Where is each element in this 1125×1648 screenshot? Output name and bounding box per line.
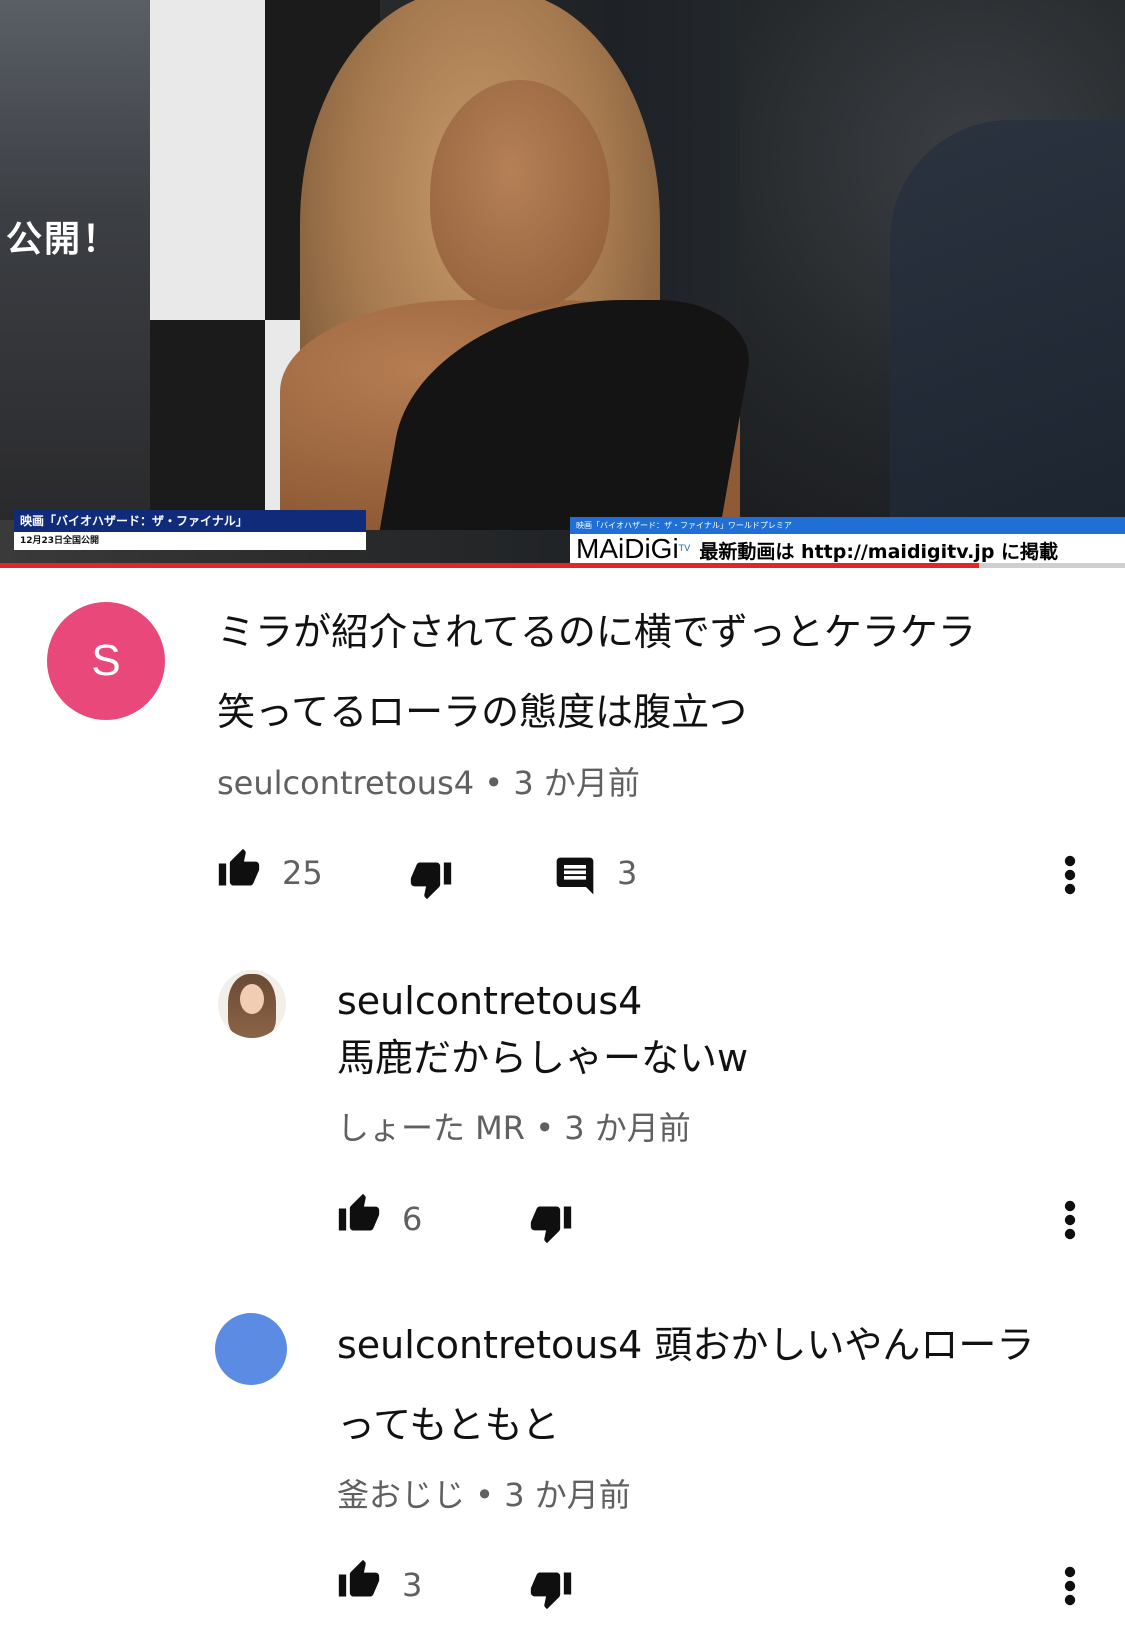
reply-text: 馬鹿だからしゃーないw — [337, 1036, 749, 1080]
thumb-up-icon[interactable] — [336, 1192, 382, 1236]
caption-right-bar: MAiDiGiTV 最新動画は http://maidigitv.jp に掲載 — [570, 534, 1125, 564]
commenter-avatar[interactable]: S — [47, 602, 165, 720]
video-player[interactable]: 公開！ 映画「バイオハザード：ザ・ファイナル」 12月23日全国公開 映画「バイ… — [0, 0, 1125, 568]
poster-text: 公開！ — [6, 219, 121, 260]
more-vert-icon[interactable] — [1058, 855, 1082, 895]
thumb-down-icon[interactable] — [528, 1201, 574, 1245]
caption-left: 映画「バイオハザード：ザ・ファイナル」 12月23日全国公開 — [14, 510, 366, 550]
caption-right-message: 最新動画は http://maidigitv.jp に掲載 — [699, 541, 1059, 563]
person-right-suit — [890, 120, 1125, 540]
like-count: 6 — [402, 1200, 423, 1238]
thumb-up-icon[interactable] — [336, 1558, 382, 1602]
reply-meta: しょーた MR • 3 か月前 — [337, 1109, 691, 1147]
more-vert-icon[interactable] — [1058, 1566, 1082, 1606]
comment-text-line1: ミラが紹介されてるのに横でずっとケラケラ — [217, 610, 976, 654]
avatar-letter: S — [91, 636, 121, 685]
reply-text-line1: seulcontretous4 頭おかしいやんローラ — [337, 1323, 1035, 1367]
brand-logo: MAiDiGi — [576, 534, 679, 564]
more-vert-icon[interactable] — [1058, 1200, 1082, 1240]
caption-left-title: 映画「バイオハザード：ザ・ファイナル」 — [14, 510, 366, 532]
comment-meta: seulcontretous4 • 3 か月前 — [217, 764, 640, 802]
caption-left-subtitle: 12月23日全国公開 — [14, 532, 366, 550]
reply-mention: seulcontretous4 — [337, 979, 643, 1023]
thumb-down-icon[interactable] — [408, 857, 454, 901]
avatar-face — [240, 984, 264, 1014]
reply-text-line2: ってもともと — [337, 1403, 560, 1447]
reply-meta: 釜おじじ • 3 か月前 — [337, 1476, 631, 1514]
thumb-down-icon[interactable] — [528, 1567, 574, 1611]
thumb-up-icon[interactable] — [216, 847, 262, 891]
caption-right-title: 映画「バイオハザード：ザ・ファイナル」ワールドプレミア — [570, 517, 1125, 534]
comment-text-line2: 笑ってるローラの態度は腹立つ — [217, 690, 748, 734]
like-count: 25 — [282, 854, 323, 892]
brand-tv: TV — [678, 544, 691, 554]
reply-icon[interactable] — [553, 854, 597, 898]
reply-count: 3 — [617, 854, 638, 892]
progress-fill — [0, 563, 979, 568]
caption-right: 映画「バイオハザード：ザ・ファイナル」ワールドプレミア MAiDiGiTV 最新… — [570, 517, 1125, 564]
reply-avatar[interactable] — [215, 1313, 287, 1385]
like-count: 3 — [402, 1566, 423, 1604]
progress-bar[interactable] — [0, 563, 1125, 568]
reply-avatar[interactable] — [218, 970, 286, 1038]
person-face — [430, 80, 610, 310]
